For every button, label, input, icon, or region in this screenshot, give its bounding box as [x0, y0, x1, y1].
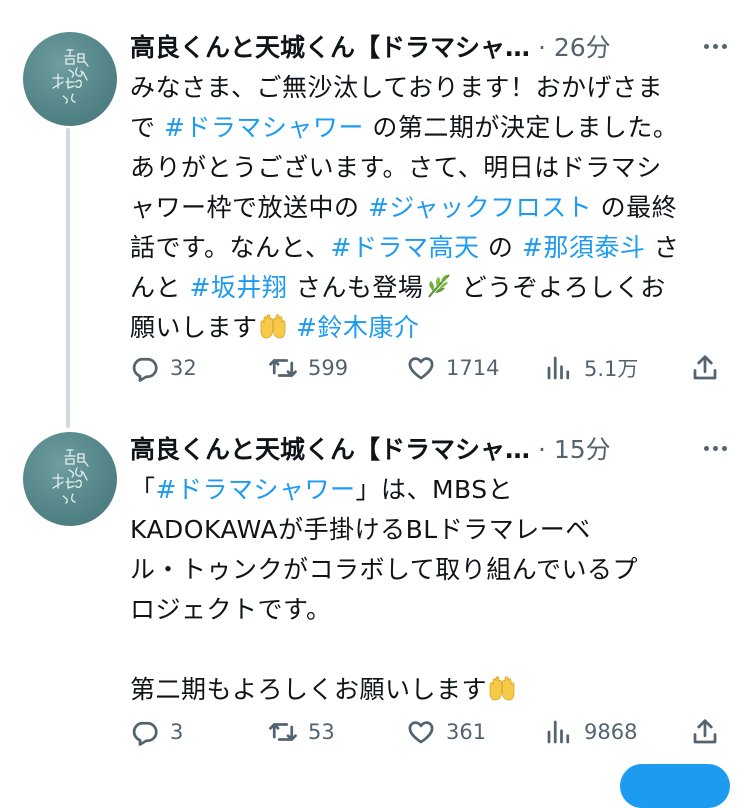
retweet-button[interactable]: 599: [268, 348, 348, 388]
tweet-text-segment: の第二期が決定しました。: [363, 113, 679, 142]
separator-dot: ·: [537, 435, 546, 464]
tweet-text-segment: さ: [645, 233, 680, 262]
timestamp[interactable]: 15分: [554, 435, 611, 464]
retweet-count: 599: [308, 356, 349, 380]
tweet-text-line: 「#ドラマシャワー」は、MBSと: [130, 470, 730, 510]
herb-emoji-icon: [423, 271, 453, 301]
tweet-text-segment: の最終: [592, 193, 678, 222]
tweet-text-line: ありがとうございます。さて、明日はドラマシ: [130, 148, 730, 188]
tweet-text-segment: 」は、MBSと: [355, 475, 514, 504]
tweet-text: 「#ドラマシャワー」は、MBSと KADOKAWAが手掛けるBLドラマレーベル・ト…: [130, 470, 730, 710]
tweet-text-line: ル・トゥンクがコラボして取り組んでいるプ: [130, 550, 730, 590]
tweet-text-line: で #ドラマシャワー の第二期が決定しました。: [130, 108, 730, 148]
tweet-actions: 3 53 361 9868: [130, 712, 730, 752]
tweet-text-segment: ありがとうございます。さて、明日はドラマシ: [130, 153, 662, 182]
reply-count: 3: [170, 720, 184, 744]
share-button[interactable]: [690, 348, 730, 388]
retweet-count: 53: [308, 720, 335, 744]
like-button[interactable]: 361: [406, 712, 486, 752]
reply-icon: [132, 357, 158, 382]
tweet-text-segment: 願いします: [130, 313, 258, 342]
heart-icon: [408, 721, 434, 744]
tweet-text-line: [130, 630, 730, 670]
raising-hands-emoji-icon: [487, 673, 517, 703]
hashtag-link[interactable]: #ドラマシャワー: [164, 113, 364, 142]
avatar[interactable]: [23, 32, 117, 126]
views-button[interactable]: 9868: [544, 712, 637, 752]
views-icon: [547, 720, 570, 744]
tweet-text-segment: KADOKAWAが手掛けるBLドラマレーベ: [130, 515, 591, 544]
author-name[interactable]: 高良くんと天城くん【ドラマシャ…: [130, 33, 530, 62]
like-count: 361: [446, 720, 487, 744]
timestamp[interactable]: 26分: [554, 33, 611, 62]
retweet-icon: [269, 359, 297, 377]
tweet-text-segment: ル・トゥンクがコラボして取り組んでいるプ: [130, 555, 639, 584]
tweet-text-line: KADOKAWAが手掛けるBLドラマレーベ: [130, 510, 730, 550]
tweet-text: みなさま、ご無沙汰しております！おかげさまで #ドラマシャワー の第二期が決定し…: [130, 68, 730, 348]
views-count: 5.1万: [584, 357, 639, 381]
tweet-header: 高良くんと天城くん【ドラマシャ… · 26分: [130, 28, 730, 68]
reply-count: 32: [170, 356, 197, 380]
retweet-button[interactable]: 53: [268, 712, 335, 752]
more-icon[interactable]: [698, 436, 732, 460]
hashtag-link[interactable]: #那須泰斗: [522, 233, 645, 262]
avatar-handwriting-image: [52, 449, 89, 504]
reply-button[interactable]: 3: [130, 712, 183, 752]
author-name[interactable]: 高良くんと天城くん【ドラマシャ…: [130, 435, 530, 464]
compose-button-partial[interactable]: [620, 764, 730, 808]
views-count: 9868: [584, 720, 638, 744]
tweet-text-segment: 話です。なんと、: [130, 233, 331, 262]
tweet-text-segment: の: [479, 233, 522, 262]
reply-button[interactable]: 32: [130, 348, 197, 388]
tweet-text-line: ロジェクトです。: [130, 590, 730, 630]
tweet-text-segment: さんも登場: [287, 273, 424, 302]
tweet-text-segment: どうぞよろしくお: [453, 273, 666, 302]
retweet-icon: [269, 723, 297, 741]
tweet-actions: 32 599 1714 5.1万: [130, 348, 730, 388]
tweet-text-line: ャワー枠で放送中の #ジャックフロスト の最終: [130, 188, 730, 228]
avatar-handwriting-image: [52, 49, 89, 104]
views-icon: [547, 356, 570, 380]
share-icon: [693, 719, 717, 744]
hashtag-link[interactable]: #鈴木康介: [296, 313, 419, 342]
tweet-2[interactable]: 高良くんと天城くん【ドラマシャ… · 15分 「#ドラマシャワー」は、MBSと K…: [0, 408, 750, 778]
tweet-text-segment: ャワー枠で放送中の: [130, 193, 368, 222]
tweet-text-segment: 「: [130, 475, 156, 504]
tweet-text-line: みなさま、ご無沙汰しております！おかげさま: [130, 68, 730, 108]
hashtag-link[interactable]: #ドラマシャワー: [156, 475, 356, 504]
tweet-text-segment: みなさま、ご無沙汰しております！おかげさま: [130, 73, 664, 102]
views-button[interactable]: 5.1万: [544, 348, 638, 388]
reply-icon: [132, 721, 158, 746]
hashtag-link[interactable]: #ジャックフロスト: [368, 193, 592, 222]
hashtag-link[interactable]: #坂井翔: [189, 273, 287, 302]
heart-icon: [408, 357, 434, 380]
tweet-header: 高良くんと天城くん【ドラマシャ… · 15分: [130, 430, 730, 470]
tweet-text-segment: ロジェクトです。: [130, 595, 332, 624]
raising-hands-emoji-icon: [258, 311, 288, 341]
tweet-1[interactable]: 高良くんと天城くん【ドラマシャ… · 26分 みなさま、ご無沙汰しております！お…: [0, 0, 750, 420]
tweet-text-segment: んと: [130, 273, 190, 302]
like-button[interactable]: 1714: [406, 348, 499, 388]
avatar[interactable]: [23, 432, 117, 526]
tweet-text-line: んと #坂井翔 さんも登場 どうぞよろしくお: [130, 268, 730, 308]
like-count: 1714: [446, 356, 500, 380]
tweet-text-segment: [288, 313, 296, 342]
separator-dot: ·: [537, 33, 546, 62]
share-button[interactable]: [690, 712, 730, 752]
tweet-text-line: 願いします #鈴木康介: [130, 308, 730, 348]
more-icon[interactable]: [698, 34, 732, 58]
tweet-text-segment: 第二期もよろしくお願いします: [130, 675, 488, 704]
hashtag-link[interactable]: #ドラマ高天: [331, 233, 480, 262]
share-icon: [693, 355, 717, 380]
tweet-text-line: 話です。なんと、#ドラマ高天 の #那須泰斗 さ: [130, 228, 730, 268]
tweet-text-line: 第二期もよろしくお願いします: [130, 670, 730, 710]
tweet-text-segment: で: [130, 113, 164, 142]
